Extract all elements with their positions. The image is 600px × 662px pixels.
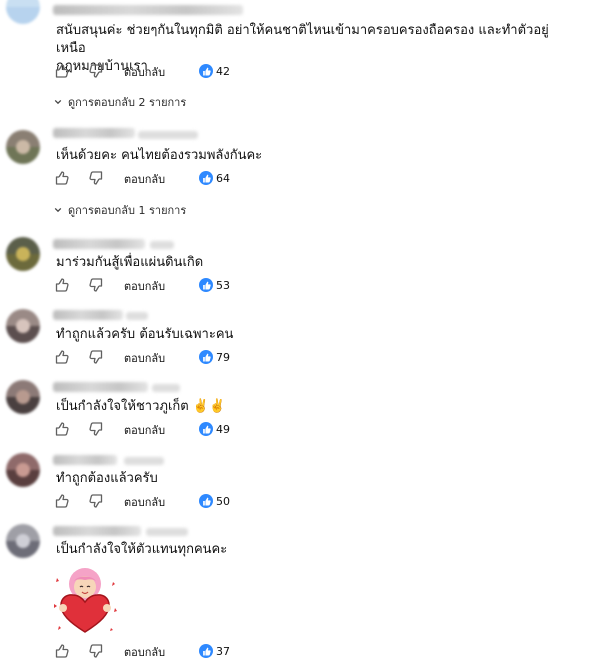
view-replies-label: ดูการตอบกลับ 1 รายการ	[68, 204, 187, 217]
thumb-up-icon[interactable]	[52, 61, 72, 81]
like-badge-icon	[199, 494, 213, 508]
thumb-up-icon[interactable]	[52, 419, 72, 439]
comment-actions: ตอบกลับ 79	[52, 347, 292, 367]
like-summary[interactable]: 50	[199, 491, 230, 511]
reply-button[interactable]: ตอบกลับ	[124, 643, 165, 661]
author-name-blurred[interactable]	[53, 310, 123, 320]
like-count: 37	[216, 644, 230, 658]
like-count: 50	[216, 494, 230, 508]
reply-button[interactable]: ตอบกลับ	[124, 349, 165, 367]
reply-button[interactable]: ตอบกลับ	[124, 277, 165, 295]
reply-button[interactable]: ตอบกลับ	[124, 493, 165, 511]
victory-hand-emoji: ✌️✌️	[192, 399, 226, 414]
chevron-down-icon	[54, 99, 62, 105]
thumb-down-icon[interactable]	[86, 419, 106, 439]
like-count: 79	[216, 350, 230, 364]
thumb-up-icon[interactable]	[52, 168, 72, 188]
author-name-blurred[interactable]	[53, 239, 145, 249]
reply-button[interactable]: ตอบกลับ	[124, 170, 165, 188]
like-badge-icon	[199, 644, 213, 658]
author-name-blurred[interactable]	[53, 5, 243, 15]
thumb-up-icon[interactable]	[52, 491, 72, 511]
like-badge-icon	[199, 64, 213, 78]
comment-text: มาร่วมกันสู้เพื่อแผ่นดินเกิด	[56, 255, 204, 270]
author-badge-blurred	[126, 312, 148, 320]
avatar[interactable]	[6, 524, 40, 558]
chevron-down-icon	[54, 207, 62, 213]
like-count: 53	[216, 278, 230, 292]
avatar[interactable]	[6, 380, 40, 414]
thumb-down-icon[interactable]	[86, 641, 106, 661]
like-count: 49	[216, 422, 230, 436]
view-replies-label: ดูการตอบกลับ 2 รายการ	[68, 96, 187, 109]
avatar[interactable]	[6, 130, 40, 164]
author-badge-blurred	[138, 131, 198, 139]
comment-actions: ตอบกลับ 53	[52, 275, 292, 295]
author-name-blurred[interactable]	[53, 526, 141, 536]
reply-button[interactable]: ตอบกลับ	[124, 421, 165, 439]
like-count: 64	[216, 171, 230, 185]
comment-actions: ตอบกลับ 37	[52, 641, 292, 661]
comment-actions: ตอบกลับ 64	[52, 168, 292, 188]
comment-actions: ตอบกลับ 49	[52, 419, 292, 439]
author-badge-blurred	[152, 384, 180, 392]
author-name-blurred[interactable]	[53, 382, 148, 392]
like-badge-icon	[199, 350, 213, 364]
girl-hugging-heart-sticker	[49, 564, 121, 636]
thumb-up-icon[interactable]	[52, 275, 72, 295]
comment-text: ทำถูกแล้วครับ ต้อนรับเฉพาะคน	[56, 327, 234, 342]
comment-text: เป็นกำลังใจให้ชาวภูเก็ต ✌️✌️	[56, 398, 576, 416]
like-summary[interactable]: 53	[199, 275, 230, 295]
thumb-down-icon[interactable]	[86, 491, 106, 511]
like-badge-icon	[199, 171, 213, 185]
like-summary[interactable]: 64	[199, 168, 230, 188]
author-name-blurred[interactable]	[53, 455, 117, 465]
like-summary[interactable]: 79	[199, 347, 230, 367]
like-count: 42	[216, 64, 230, 78]
comment-text: ทำถูกต้องแล้วครับ	[56, 471, 158, 486]
view-replies-link[interactable]: ดูการตอบกลับ 2 รายการ	[54, 94, 186, 110]
comment-text: เป็นกำลังใจให้ตัวแทนทุกคนคะ	[56, 542, 228, 557]
author-badge-blurred	[124, 457, 164, 465]
thumb-down-icon[interactable]	[86, 275, 106, 295]
like-summary[interactable]: 49	[199, 419, 230, 439]
comment-actions: ตอบกลับ 50	[52, 491, 292, 511]
thumb-up-icon[interactable]	[52, 641, 72, 661]
comment-actions: ตอบกลับ 42	[52, 61, 292, 81]
author-badge-blurred	[146, 528, 188, 536]
comment-thread: สนับสนุนค่ะ ช่วยๆกันในทุกมิติ อย่าให้คนช…	[0, 0, 600, 662]
like-summary[interactable]: 37	[199, 641, 230, 661]
comment-text-body: เป็นกำลังใจให้ชาวภูเก็ต	[56, 399, 189, 414]
like-badge-icon	[199, 422, 213, 436]
author-name-blurred[interactable]	[53, 128, 135, 138]
thumb-down-icon[interactable]	[86, 168, 106, 188]
reply-button[interactable]: ตอบกลับ	[124, 63, 165, 81]
thumb-down-icon[interactable]	[86, 61, 106, 81]
avatar[interactable]	[6, 237, 40, 271]
comment-text: เห็นด้วยคะ คนไทยต้องรวมพลังกันคะ	[56, 148, 263, 163]
author-badge-blurred	[150, 241, 174, 249]
avatar[interactable]	[6, 453, 40, 487]
avatar[interactable]	[6, 0, 40, 24]
view-replies-link[interactable]: ดูการตอบกลับ 1 รายการ	[54, 202, 186, 218]
thumb-down-icon[interactable]	[86, 347, 106, 367]
like-summary[interactable]: 42	[199, 61, 230, 81]
thumb-up-icon[interactable]	[52, 347, 72, 367]
like-badge-icon	[199, 278, 213, 292]
avatar[interactable]	[6, 309, 40, 343]
